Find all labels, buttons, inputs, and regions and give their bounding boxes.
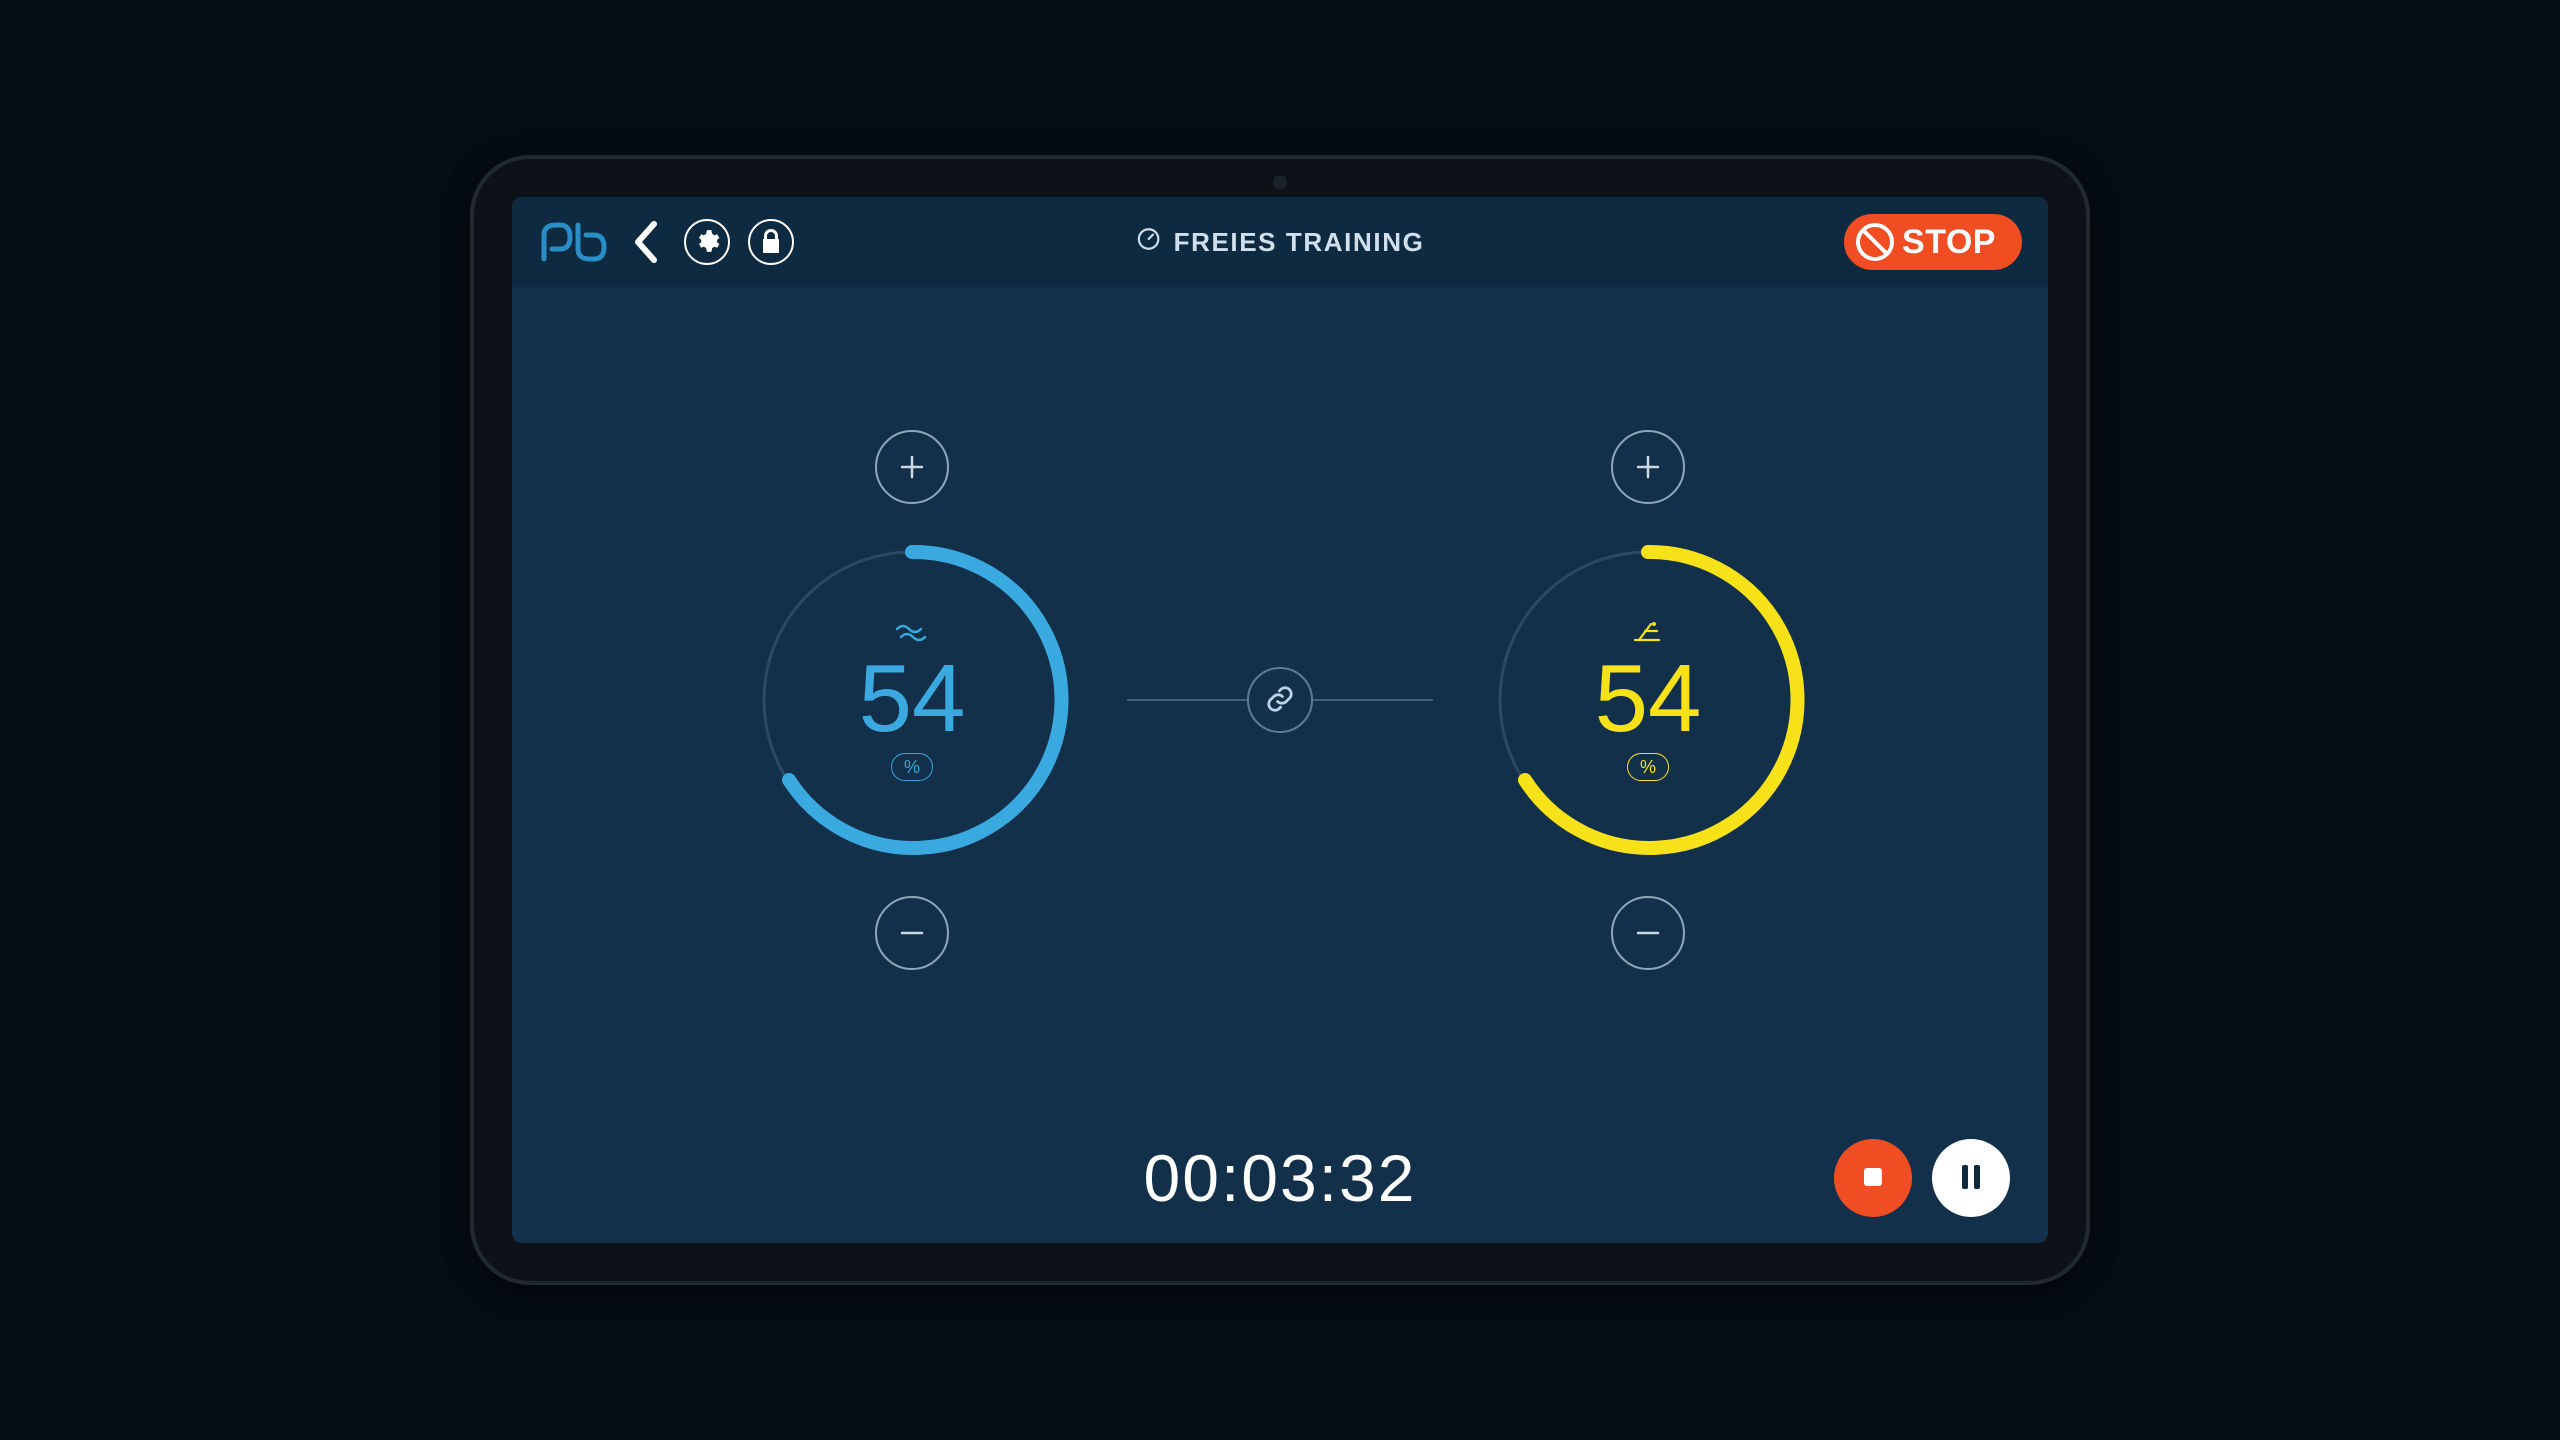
footer-bar: 00:03:32	[512, 1113, 2048, 1243]
left-gauge-value: 54	[859, 651, 966, 747]
back-button[interactable]	[628, 220, 666, 264]
pause-button[interactable]	[1932, 1139, 2010, 1217]
settings-button[interactable]	[684, 219, 730, 265]
footer-controls	[1834, 1139, 2010, 1217]
gear-icon	[694, 228, 720, 257]
wave-icon	[895, 619, 929, 645]
left-decrease-button[interactable]	[875, 896, 949, 970]
right-increase-button[interactable]	[1611, 430, 1685, 504]
lock-icon	[760, 229, 782, 256]
right-gauge-unit: %	[1627, 753, 1669, 781]
link-area	[1127, 667, 1433, 733]
lock-button[interactable]	[748, 219, 794, 265]
top-bar: FREIES TRAINING STOP	[512, 197, 2048, 287]
minus-icon	[897, 918, 927, 948]
link-line-right	[1313, 699, 1433, 701]
right-gauge-value: 54	[1595, 651, 1702, 747]
prohibit-icon	[1856, 223, 1894, 261]
stop-square-icon	[1860, 1164, 1886, 1193]
app-screen: FREIES TRAINING STOP	[512, 197, 2048, 1243]
treadmill-icon	[1631, 619, 1665, 645]
minus-icon	[1633, 918, 1663, 948]
right-gauge: 54 %	[1488, 540, 1808, 860]
record-stop-button[interactable]	[1834, 1139, 1912, 1217]
stop-button[interactable]: STOP	[1844, 214, 2022, 270]
plus-icon	[1633, 452, 1663, 482]
gauges-row: 54 %	[512, 287, 2048, 1113]
left-gauge-unit: %	[891, 753, 933, 781]
app-logo	[538, 219, 610, 265]
left-increase-button[interactable]	[875, 430, 949, 504]
link-line-left	[1127, 699, 1247, 701]
main-area: 54 %	[512, 287, 2048, 1243]
right-column: 54 %	[1433, 430, 1863, 970]
right-decrease-button[interactable]	[1611, 896, 1685, 970]
tablet-camera	[1273, 175, 1287, 189]
speedometer-icon	[1136, 226, 1162, 259]
pause-icon	[1959, 1163, 1983, 1194]
page-title: FREIES TRAINING	[1174, 227, 1425, 258]
left-gauge: 54 %	[752, 540, 1072, 860]
page-title-group: FREIES TRAINING	[1136, 226, 1425, 259]
plus-icon	[897, 452, 927, 482]
link-toggle-button[interactable]	[1247, 667, 1313, 733]
timer-display: 00:03:32	[1144, 1140, 1417, 1216]
left-column: 54 %	[697, 430, 1127, 970]
tablet-frame: FREIES TRAINING STOP	[470, 155, 2090, 1285]
stop-button-label: STOP	[1902, 223, 1996, 262]
link-icon	[1265, 684, 1295, 717]
